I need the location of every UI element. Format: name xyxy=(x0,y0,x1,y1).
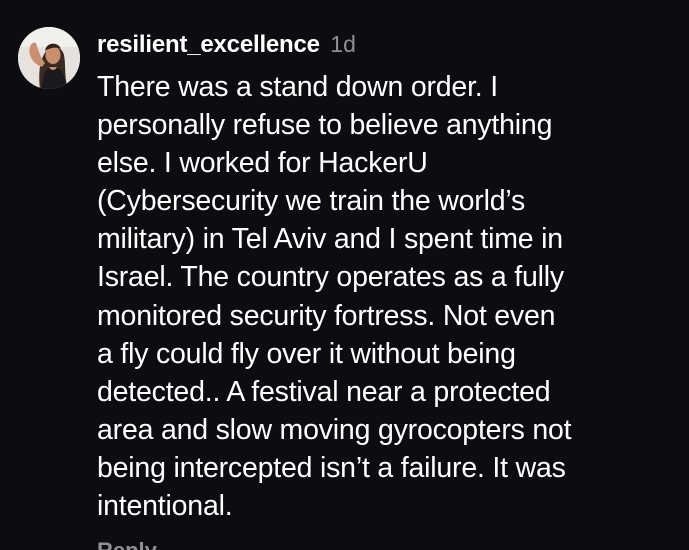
user-avatar-photo-icon xyxy=(18,27,80,89)
comment-text-line: monitored security fortress. Not even xyxy=(97,299,556,332)
comment-header: resilient_excellence 1d xyxy=(97,29,356,59)
comment-text: There was a stand down order. I personal… xyxy=(97,68,572,525)
comment-text-line: (Cybersecurity we train the world’s xyxy=(97,185,526,218)
reply-button[interactable]: Reply xyxy=(97,538,157,550)
avatar[interactable] xyxy=(18,27,80,89)
comment-timestamp: 1d xyxy=(330,31,356,57)
username-link[interactable]: resilient_excellence xyxy=(97,31,320,58)
comment-text-line: There was a stand down order. I xyxy=(97,71,498,103)
comment: resilient_excellence 1d There was a stan… xyxy=(0,0,689,550)
comment-text-line: else. I worked for HackerU xyxy=(97,147,428,180)
comment-text-line: detected.. A festival near a protected xyxy=(97,375,551,408)
comment-text-line: being intercepted isn’t a failure. It wa… xyxy=(97,451,566,484)
comment-text-line: area and slow moving gyrocopters not xyxy=(97,413,572,446)
comment-text-line: personally refuse to believe anything xyxy=(97,109,553,142)
comment-text-line: military) in Tel Aviv and I spent time i… xyxy=(97,223,563,256)
comment-text-line: Israel. The country operates as a fully xyxy=(97,261,564,294)
comment-text-line: intentional. xyxy=(97,490,233,523)
comment-text-line: a fly could fly over it without being xyxy=(97,337,516,370)
